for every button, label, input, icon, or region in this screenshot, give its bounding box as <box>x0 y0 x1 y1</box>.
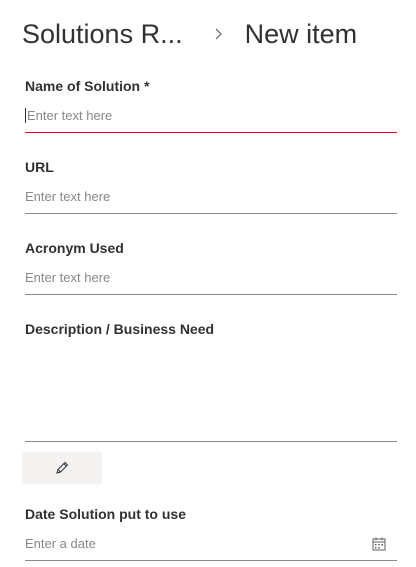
description-textarea[interactable] <box>25 339 397 442</box>
edit-description-button[interactable] <box>22 452 102 484</box>
new-item-form-page: Solutions R... New item Name of Solution… <box>0 0 416 567</box>
date-label: Date Solution put to use <box>25 506 186 522</box>
name-of-solution-input[interactable]: Enter text here <box>25 106 397 133</box>
acronym-field: Acronym Used Enter text here <box>25 238 397 295</box>
url-field: URL Enter text here <box>25 157 397 214</box>
breadcrumb: Solutions R... New item <box>22 14 357 54</box>
pencil-icon <box>56 461 69 474</box>
page-title: New item <box>244 18 358 49</box>
calendar-icon[interactable] <box>372 537 386 551</box>
acronym-input[interactable]: Enter text here <box>25 268 397 295</box>
name-of-solution-label: Name of Solution * <box>25 78 150 94</box>
url-input[interactable]: Enter text here <box>25 187 397 214</box>
name-of-solution-placeholder: Enter text here <box>27 108 113 123</box>
date-placeholder: Enter a date <box>25 536 96 551</box>
date-field: Date Solution put to use Enter a date <box>25 504 397 561</box>
acronym-placeholder: Enter text here <box>25 270 111 285</box>
acronym-label: Acronym Used <box>25 240 124 256</box>
url-label: URL <box>25 159 54 175</box>
breadcrumb-list-name[interactable]: Solutions R... <box>22 19 183 50</box>
description-label: Description / Business Need <box>25 321 215 337</box>
name-of-solution-field: Name of Solution * Enter text here <box>25 76 397 133</box>
chevron-right-icon <box>209 24 229 44</box>
text-caret <box>25 108 26 124</box>
date-input[interactable]: Enter a date <box>25 534 397 561</box>
description-field: Description / Business Need <box>25 319 397 442</box>
url-placeholder: Enter text here <box>25 189 111 204</box>
